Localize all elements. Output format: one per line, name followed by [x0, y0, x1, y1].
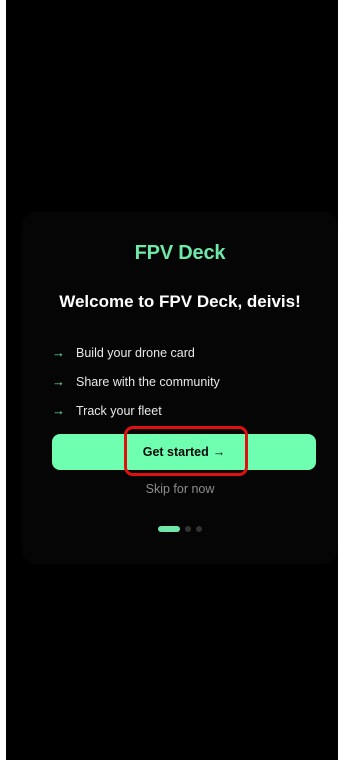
- get-started-label: Get started: [142, 445, 209, 459]
- feature-item: → Track your fleet: [52, 396, 220, 425]
- arrow-right-icon: →: [52, 345, 65, 360]
- feature-list: → Build your drone card → Share with the…: [52, 338, 220, 425]
- pagination-dots: [22, 526, 338, 532]
- pagination-dot[interactable]: [185, 526, 191, 532]
- skip-link[interactable]: Skip for now: [22, 482, 338, 496]
- arrow-right-icon: →: [212, 445, 226, 459]
- app-screen: FPV Deck Welcome to FPV Deck, deivis! → …: [6, 0, 338, 760]
- pagination-dot[interactable]: [196, 526, 202, 532]
- feature-label: Share with the community: [76, 374, 220, 389]
- feature-item: → Share with the community: [52, 367, 220, 396]
- pagination-dot-active[interactable]: [158, 526, 180, 532]
- arrow-right-icon: →: [52, 403, 65, 418]
- feature-item: → Build your drone card: [52, 338, 220, 367]
- brand-title: FPV Deck: [134, 242, 226, 264]
- welcome-heading: Welcome to FPV Deck, deivis!: [59, 292, 301, 311]
- arrow-right-icon: →: [52, 374, 65, 389]
- onboarding-card: FPV Deck Welcome to FPV Deck, deivis! → …: [22, 212, 338, 564]
- feature-label: Build your drone card: [76, 345, 195, 360]
- get-started-button[interactable]: Get started →: [52, 434, 316, 470]
- feature-label: Track your fleet: [76, 403, 162, 418]
